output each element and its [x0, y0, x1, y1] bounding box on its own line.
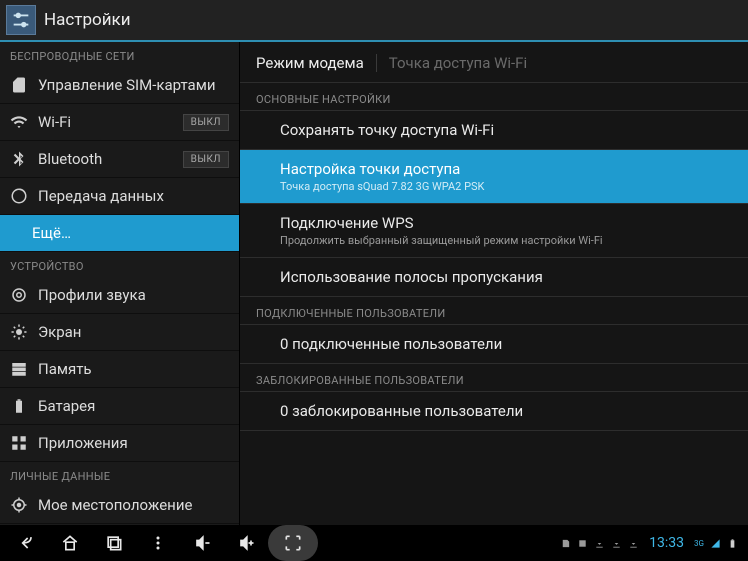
settings-sidebar: БЕСПРОВОДНЫЕ СЕТИ Управление SIM-картами… [0, 42, 240, 525]
settings-content: Режим модема Точка доступа Wi-Fi ОСНОВНЫ… [240, 42, 748, 525]
battery-icon [10, 397, 28, 415]
sidebar-section-device: УСТРОЙСТВО [0, 252, 239, 277]
home-button[interactable] [48, 525, 92, 561]
sidebar-item-display[interactable]: Экран [0, 314, 239, 351]
storage-icon [10, 360, 28, 378]
item-title: Настройка точки доступа [280, 160, 732, 178]
mobile-data-indicator: 3G [694, 539, 704, 548]
sidebar-label: Передача данных [38, 187, 229, 205]
sidebar-label: Wi-Fi [38, 113, 183, 131]
app-title: Настройки [44, 10, 131, 30]
system-nav-bar: 13:33 3G [0, 525, 748, 561]
sidebar-label: Батарея [38, 397, 229, 415]
sidebar-label: Bluetooth [38, 150, 183, 168]
recent-apps-button[interactable] [92, 525, 136, 561]
sidebar-item-apps[interactable]: Приложения [0, 425, 239, 462]
item-title: 0 подключенные пользователи [280, 335, 732, 353]
download-icon [594, 538, 605, 549]
signal-icon [710, 538, 721, 549]
sidebar-label: Экран [38, 323, 229, 341]
breadcrumb-modem[interactable]: Режим модема [256, 54, 364, 72]
volume-up-button[interactable] [224, 525, 268, 561]
sidebar-label: Мое местоположение [38, 496, 229, 514]
bluetooth-icon [10, 150, 28, 168]
wifi-icon [10, 113, 28, 131]
breadcrumb-hotspot: Точка доступа Wi-Fi [389, 54, 527, 72]
data-usage-icon [10, 187, 28, 205]
sidebar-item-wifi[interactable]: Wi-Fi ВЫКЛ [0, 104, 239, 141]
sidebar-label: Профили звука [38, 286, 229, 304]
sidebar-section-personal: ЛИЧНЫЕ ДАННЫЕ [0, 462, 239, 487]
item-subtitle: Продолжить выбранный защищенный режим на… [280, 234, 732, 247]
sidebar-label: Ещё… [32, 224, 229, 242]
item-setup-hotspot[interactable]: Настройка точки доступа Точка доступа sQ… [240, 150, 748, 204]
item-connected-users[interactable]: 0 подключенные пользователи [240, 325, 748, 364]
sidebar-label: Управление SIM-картами [38, 76, 229, 94]
item-keep-hotspot[interactable]: Сохранять точку доступа Wi-Fi [240, 111, 748, 150]
sidebar-item-battery[interactable]: Батарея [0, 388, 239, 425]
back-button[interactable] [4, 525, 48, 561]
menu-button[interactable] [136, 525, 180, 561]
item-title: 0 заблокированные пользователи [280, 402, 732, 420]
location-icon [10, 496, 28, 514]
sidebar-item-sim[interactable]: Управление SIM-картами [0, 67, 239, 104]
item-title: Подключение WPS [280, 214, 732, 232]
sidebar-item-audio[interactable]: Профили звука [0, 277, 239, 314]
sidebar-item-data-usage[interactable]: Передача данных [0, 178, 239, 215]
download-icon [628, 538, 639, 549]
sim-icon [10, 76, 28, 94]
sidebar-item-more[interactable]: Ещё… [0, 215, 239, 252]
breadcrumb-separator [376, 54, 377, 72]
content-header: Режим модема Точка доступа Wi-Fi [240, 42, 748, 83]
settings-icon [6, 5, 36, 35]
battery-status-icon [727, 538, 738, 549]
wifi-toggle[interactable]: ВЫКЛ [183, 114, 229, 131]
volume-down-button[interactable] [180, 525, 224, 561]
item-wps[interactable]: Подключение WPS Продолжить выбранный защ… [240, 204, 748, 258]
section-blocked-users: ЗАБЛОКИРОВАННЫЕ ПОЛЬЗОВАТЕЛИ [240, 364, 748, 392]
item-title: Использование полосы пропускания [280, 268, 732, 286]
display-icon [10, 323, 28, 341]
apps-icon [10, 434, 28, 452]
section-connected-users: ПОДКЛЮЧЕННЫЕ ПОЛЬЗОВАТЕЛИ [240, 297, 748, 325]
sidebar-label: Приложения [38, 434, 229, 452]
screen: Настройки БЕСПРОВОДНЫЕ СЕТИ Управление S… [0, 0, 748, 561]
sidebar-item-location[interactable]: Мое местоположение [0, 487, 239, 524]
item-title: Сохранять точку доступа Wi-Fi [280, 121, 732, 139]
sidebar-item-storage[interactable]: Память [0, 351, 239, 388]
status-clock: 13:33 [649, 535, 684, 551]
download-icon [611, 538, 622, 549]
item-blocked-users[interactable]: 0 заблокированные пользователи [240, 392, 748, 431]
sidebar-label: Память [38, 360, 229, 378]
bluetooth-toggle[interactable]: ВЫКЛ [183, 151, 229, 168]
item-subtitle: Точка доступа sQuad 7.82 3G WPA2 PSK [280, 180, 732, 193]
notification-icon [577, 538, 588, 549]
app-bar: Настройки [0, 0, 748, 42]
nav-buttons [4, 525, 318, 561]
status-tray[interactable]: 13:33 3G [560, 535, 744, 551]
main-panes: БЕСПРОВОДНЫЕ СЕТИ Управление SIM-картами… [0, 42, 748, 525]
sidebar-section-wireless: БЕСПРОВОДНЫЕ СЕТИ [0, 42, 239, 67]
sidebar-item-bluetooth[interactable]: Bluetooth ВЫКЛ [0, 141, 239, 178]
item-bandwidth[interactable]: Использование полосы пропускания [240, 258, 748, 297]
screenshot-button[interactable] [268, 525, 318, 561]
audio-icon [10, 286, 28, 304]
section-main-settings: ОСНОВНЫЕ НАСТРОЙКИ [240, 83, 748, 111]
sd-card-icon [560, 538, 571, 549]
